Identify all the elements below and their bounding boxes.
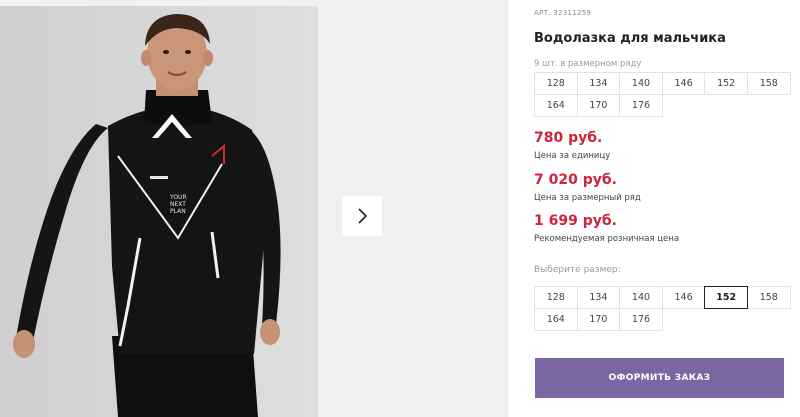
shirt-print-line-2: NEXT <box>170 201 186 208</box>
unit-price-label: Цена за единицу <box>534 151 611 161</box>
next-image-button[interactable] <box>342 196 382 236</box>
shirt-print-line-3: PLAN <box>170 208 186 215</box>
pack-size-cell: 170 <box>576 94 621 117</box>
size-option-176[interactable]: 176 <box>619 308 663 331</box>
pack-size-cell: 176 <box>619 94 663 117</box>
pack-size-cell: 152 <box>704 72 748 95</box>
pack-size-cell: 164 <box>534 94 578 117</box>
shirt-print-line-1: YOUR <box>169 194 187 201</box>
pack-size-cell: 134 <box>576 72 621 95</box>
pack-size-cell: 146 <box>661 72 706 95</box>
retail-price-label: Рекомендуемая розничная цена <box>534 234 680 244</box>
pack-price: 7 020 руб. <box>534 172 617 188</box>
retail-price: 1 699 руб. <box>534 213 617 229</box>
pack-size-cell: 128 <box>534 72 578 95</box>
pack-size-cell: 140 <box>619 72 663 95</box>
pack-size-note: 9 шт. в размерном ряду <box>534 59 642 69</box>
chevron-right-icon <box>358 208 368 224</box>
size-option-164[interactable]: 164 <box>534 308 578 331</box>
size-option-134[interactable]: 134 <box>576 286 621 309</box>
choose-size-label: Выберите размер: <box>534 265 621 275</box>
size-option-128[interactable]: 128 <box>534 286 578 309</box>
size-option-146[interactable]: 146 <box>661 286 706 309</box>
size-option-140[interactable]: 140 <box>619 286 663 309</box>
pack-size-cell: 158 <box>746 72 791 95</box>
product-photo[interactable]: YOUR NEXT PLAN <box>0 6 318 417</box>
size-option-152-selected[interactable]: 152 <box>704 286 748 309</box>
size-option-170[interactable]: 170 <box>576 308 621 331</box>
product-sku: АРТ. 32311259 <box>534 9 592 17</box>
panel-divider <box>507 0 508 417</box>
product-title: Водолазка для мальчика <box>534 31 726 46</box>
unit-price: 780 руб. <box>534 130 603 146</box>
pack-size-grid: 128 134 140 146 152 158 164 170 176 <box>534 72 791 117</box>
size-selector: 128 134 140 146 152 158 164 170 176 <box>534 286 791 331</box>
product-gallery: YOUR NEXT PLAN <box>0 0 507 417</box>
size-option-158[interactable]: 158 <box>746 286 791 309</box>
boy-in-turtleneck-illustration: YOUR NEXT PLAN <box>0 6 318 417</box>
pack-price-label: Цена за размерный ряд <box>534 193 641 203</box>
place-order-button[interactable]: ОФОРМИТЬ ЗАКАЗ <box>535 358 784 398</box>
